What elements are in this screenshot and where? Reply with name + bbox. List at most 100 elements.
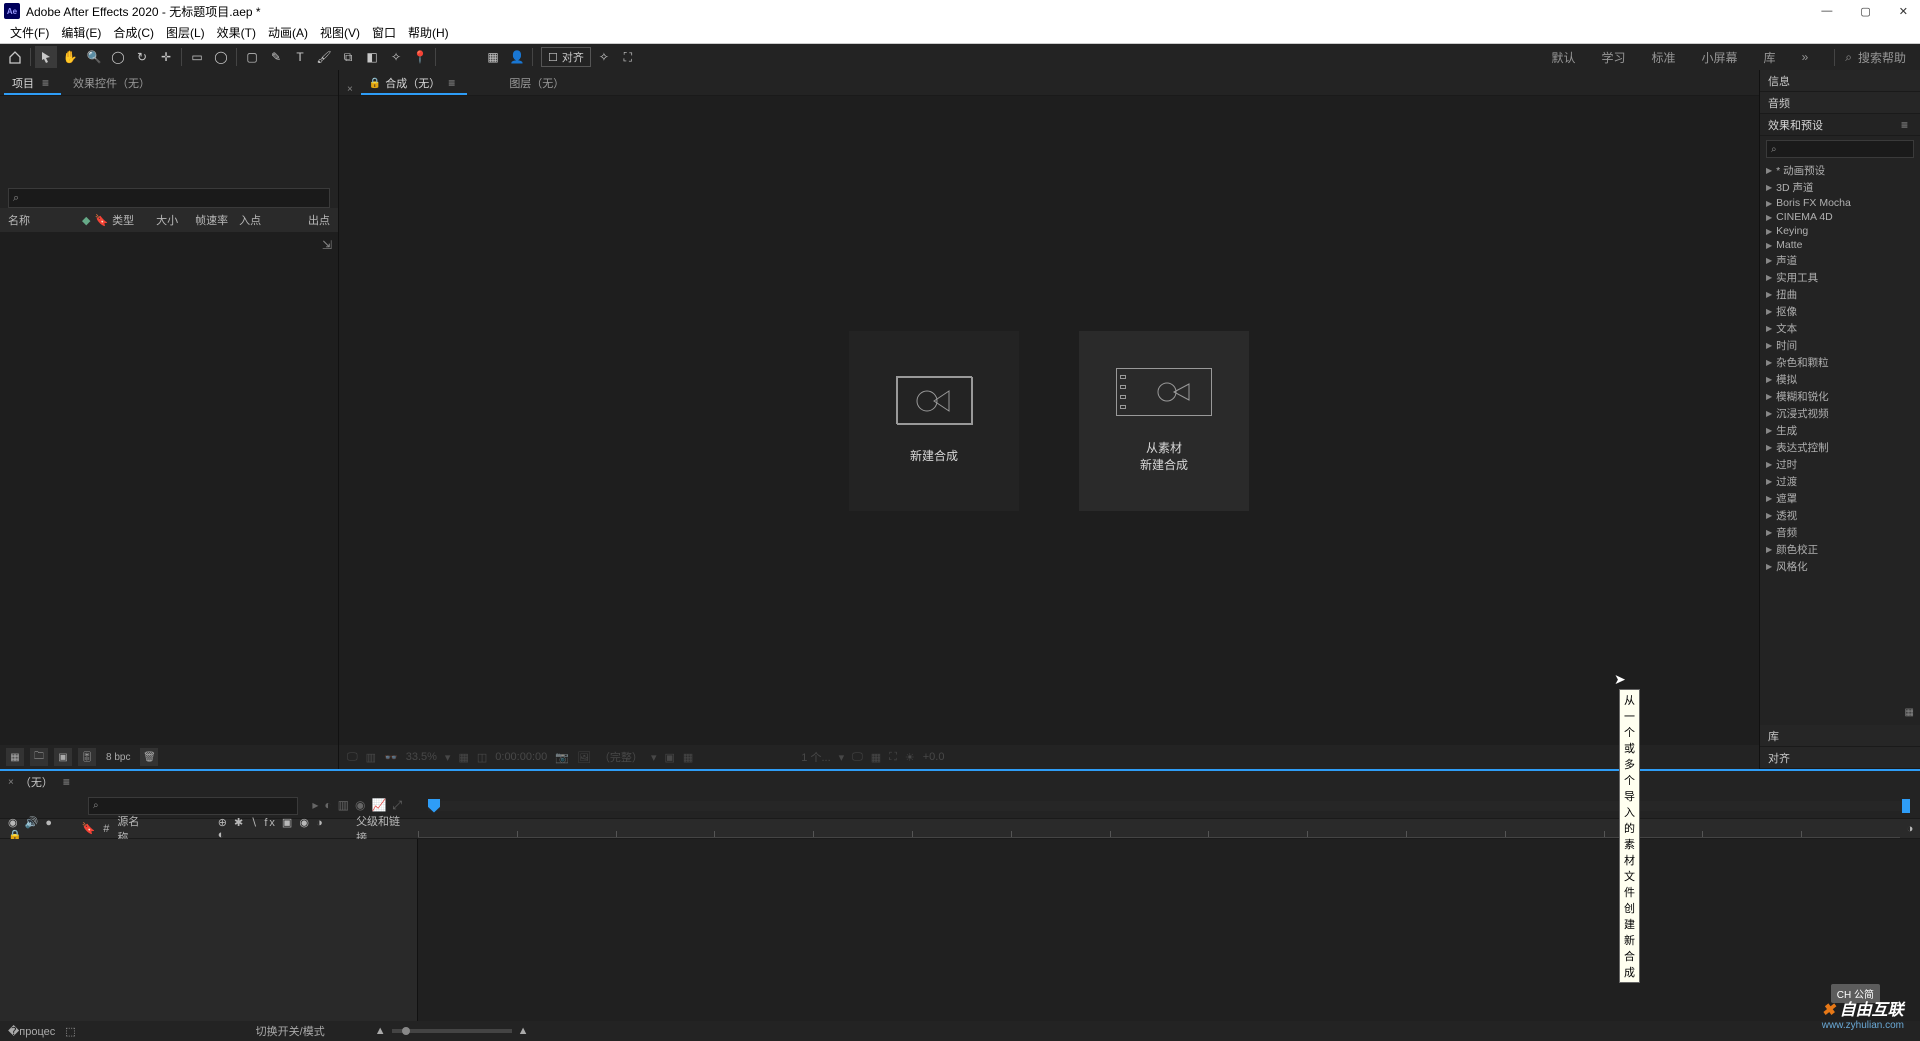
disclosure-triangle-icon[interactable]: ▶	[1766, 409, 1772, 418]
effects-category[interactable]: ▶沉浸式视频	[1764, 405, 1916, 422]
work-area-end[interactable]	[1902, 799, 1910, 813]
workspace-library[interactable]: 库	[1764, 49, 1776, 66]
snapshot-icon[interactable]: 📷	[555, 751, 569, 764]
project-search-input[interactable]: ⌕	[8, 188, 330, 208]
panel-menu-icon[interactable]: ≡	[59, 775, 74, 789]
effects-category[interactable]: ▶过时	[1764, 456, 1916, 473]
adjust-icon[interactable]: 🎚	[78, 748, 96, 766]
project-bin[interactable]: ⇲	[0, 232, 338, 745]
col-type[interactable]: 类型	[112, 212, 152, 228]
menu-layer[interactable]: 图层(L)	[160, 24, 211, 41]
effects-category[interactable]: ▶过渡	[1764, 473, 1916, 490]
workspace-standard[interactable]: 标准	[1652, 49, 1676, 66]
tag-icon[interactable]: 🔖	[94, 214, 108, 227]
workspace-more[interactable]: »	[1802, 50, 1809, 64]
transparency-icon[interactable]: ▦	[683, 751, 693, 764]
panel-menu-icon[interactable]: ≡	[1897, 118, 1912, 132]
disclosure-triangle-icon[interactable]: ▶	[1766, 426, 1772, 435]
expand-icon[interactable]: ⤢	[392, 798, 402, 813]
panel-effects-presets[interactable]: 效果和预设 ≡	[1760, 114, 1920, 136]
resolution-dropdown[interactable]: （完整）	[599, 749, 643, 765]
disclosure-triangle-icon[interactable]: ▶	[1766, 183, 1772, 192]
close-tab-icon[interactable]: ×	[8, 777, 14, 788]
label-icon[interactable]: ◆	[82, 214, 90, 227]
zoom-out-icon[interactable]: ▲	[375, 1025, 386, 1037]
disclosure-triangle-icon[interactable]: ▶	[1766, 511, 1772, 520]
snap-option2-icon[interactable]: ⛶	[617, 46, 639, 68]
timeline-work-area[interactable]	[428, 801, 1910, 811]
col-in[interactable]: 入点	[239, 212, 269, 228]
disclosure-triangle-icon[interactable]: ▶	[1766, 199, 1772, 208]
effects-category[interactable]: ▶模拟	[1764, 371, 1916, 388]
window-close-button[interactable]: ✕	[1899, 5, 1908, 18]
comp-mag[interactable]: 33.5%	[406, 751, 437, 763]
disclosure-triangle-icon[interactable]: ▶	[1766, 166, 1772, 175]
grid-icon[interactable]: ▦	[458, 751, 468, 764]
roi-icon[interactable]: ▣	[664, 751, 674, 764]
interpret-footage-icon[interactable]: ▦	[6, 748, 24, 766]
disclosure-triangle-icon[interactable]: ▶	[1766, 227, 1772, 236]
ellipse-tool[interactable]: ◯	[210, 46, 232, 68]
effects-category[interactable]: ▶声道	[1764, 252, 1916, 269]
graph-editor-icon[interactable]: 📈	[371, 798, 386, 813]
col-name[interactable]: 名称	[8, 212, 78, 228]
disclosure-triangle-icon[interactable]: ▶	[1766, 545, 1772, 554]
comp-mini-icon[interactable]: ▸	[312, 798, 318, 813]
panel-align[interactable]: 对齐	[1760, 747, 1920, 769]
label-col-icon[interactable]: 🔖	[82, 822, 96, 835]
current-time[interactable]: 0:00:00:00	[495, 751, 547, 763]
effects-category[interactable]: ▶Boris FX Mocha	[1764, 196, 1916, 210]
mask-icon[interactable]: ◫	[477, 751, 487, 764]
view3-icon[interactable]: ⛶	[889, 751, 897, 764]
effects-category[interactable]: ▶表达式控制	[1764, 439, 1916, 456]
person-icon[interactable]: 👤	[506, 46, 528, 68]
brush-tool[interactable]: 🖌	[313, 46, 335, 68]
close-tab-icon[interactable]: ×	[343, 84, 357, 95]
snap-toggle[interactable]: ☐对齐	[541, 47, 591, 67]
tab-composition[interactable]: 🔒 合成（无） ≡	[361, 71, 467, 95]
menu-edit[interactable]: 编辑(E)	[55, 24, 107, 41]
disclosure-triangle-icon[interactable]: ▶	[1766, 213, 1772, 222]
timeline-tab-none[interactable]: （无）	[20, 774, 53, 790]
mesh-icon[interactable]: ▦	[482, 46, 504, 68]
project-bit-depth[interactable]: 8 bpc	[102, 752, 134, 763]
workspace-learn[interactable]: 学习	[1602, 49, 1626, 66]
disclosure-triangle-icon[interactable]: ▶	[1766, 256, 1772, 265]
effects-category[interactable]: ▶实用工具	[1764, 269, 1916, 286]
search-help-input[interactable]: 搜索帮助	[1858, 49, 1906, 66]
menu-window[interactable]: 窗口	[366, 24, 402, 41]
orbit-tool[interactable]: ◯	[107, 46, 129, 68]
av-icons[interactable]: ◉ 🔊 ● 🔒	[8, 816, 74, 842]
lock-icon[interactable]: 🔒	[369, 78, 381, 89]
view2-icon[interactable]: ▦	[871, 751, 881, 764]
rect-tool[interactable]: ▭	[186, 46, 208, 68]
motion-blur-icon[interactable]: ◉	[355, 798, 365, 813]
effects-category[interactable]: ▶Matte	[1764, 238, 1916, 252]
trash-icon[interactable]: 🗑	[140, 748, 158, 766]
timeline-tracks[interactable]	[418, 839, 1920, 1021]
effects-category[interactable]: ▶模糊和锐化	[1764, 388, 1916, 405]
tab-project[interactable]: 项目≡	[4, 71, 61, 95]
col-fps[interactable]: 帧速率	[195, 212, 235, 228]
effects-category[interactable]: ▶* 动画预设	[1764, 162, 1916, 179]
effects-category[interactable]: ▶颜色校正	[1764, 541, 1916, 558]
workspace-small[interactable]: 小屏幕	[1702, 49, 1738, 66]
menu-file[interactable]: 文件(F)	[4, 24, 55, 41]
effects-category[interactable]: ▶杂色和颗粒	[1764, 354, 1916, 371]
mag-ratio[interactable]: 🖵	[347, 751, 358, 764]
menu-anim[interactable]: 动画(A)	[262, 24, 314, 41]
panel-audio[interactable]: 音频	[1760, 92, 1920, 114]
disclosure-triangle-icon[interactable]: ▶	[1766, 324, 1772, 333]
panel-library[interactable]: 库	[1760, 725, 1920, 747]
pen-tool[interactable]: ✎	[265, 46, 287, 68]
disclosure-triangle-icon[interactable]: ▶	[1766, 341, 1772, 350]
snap-option-icon[interactable]: ✧	[593, 46, 615, 68]
col-out[interactable]: 出点	[308, 212, 330, 228]
disclosure-triangle-icon[interactable]: ▶	[1766, 392, 1772, 401]
effects-category[interactable]: ▶3D 声道	[1764, 179, 1916, 196]
text-tool[interactable]: T	[289, 46, 311, 68]
menu-view[interactable]: 视图(V)	[314, 24, 366, 41]
show-snapshot-icon[interactable]: 🖼	[577, 751, 591, 764]
menu-effect[interactable]: 效果(T)	[211, 24, 262, 41]
disclosure-triangle-icon[interactable]: ▶	[1766, 528, 1772, 537]
